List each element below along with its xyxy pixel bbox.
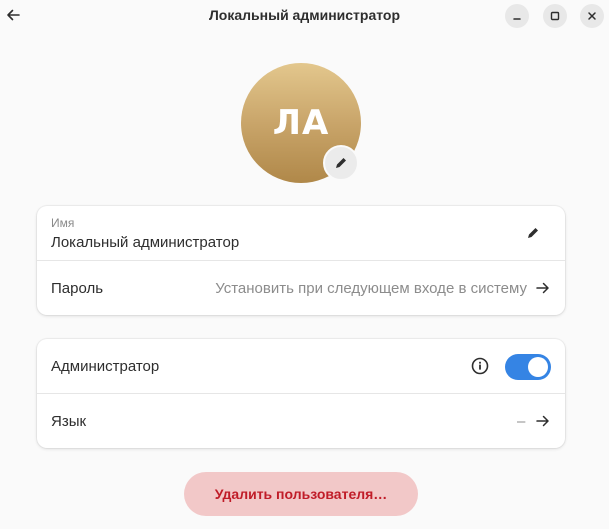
name-row[interactable]: Имя Локальный администратор <box>37 206 565 260</box>
language-row[interactable]: Язык – <box>37 394 565 448</box>
minimize-button[interactable] <box>505 4 529 28</box>
password-row[interactable]: Пароль Установить при следующем входе в … <box>37 261 565 315</box>
account-card: Имя Локальный администратор Пароль Устан… <box>37 206 565 315</box>
avatar-edit-button[interactable] <box>323 145 359 181</box>
pencil-icon <box>336 158 346 168</box>
arrow-right-icon <box>533 278 553 298</box>
name-caption: Имя <box>51 216 75 230</box>
close-button[interactable] <box>580 4 604 28</box>
administrator-row: Администратор <box>37 339 565 393</box>
maximize-icon <box>550 11 560 21</box>
language-value: – <box>517 413 526 430</box>
toggle-knob <box>528 357 548 377</box>
name-edit-button[interactable] <box>523 223 543 243</box>
password-label: Пароль <box>51 280 104 297</box>
pencil-icon <box>528 228 538 238</box>
password-value: Установить при следующем входе в систему <box>215 280 527 297</box>
administrator-label: Администратор <box>51 358 160 375</box>
minimize-icon <box>513 18 521 20</box>
header-bar: Локальный администратор <box>0 0 609 32</box>
name-value: Локальный администратор <box>51 234 240 251</box>
settings-card: Администратор Язык – <box>37 339 565 448</box>
avatar-initials: ЛА <box>272 103 330 143</box>
close-icon <box>588 12 596 20</box>
maximize-button[interactable] <box>543 4 567 28</box>
administrator-toggle[interactable] <box>505 354 551 380</box>
delete-user-button[interactable]: Удалить пользователя… <box>184 472 418 516</box>
arrow-right-icon <box>533 411 553 431</box>
language-label: Язык <box>51 413 87 430</box>
info-icon[interactable] <box>471 357 489 375</box>
